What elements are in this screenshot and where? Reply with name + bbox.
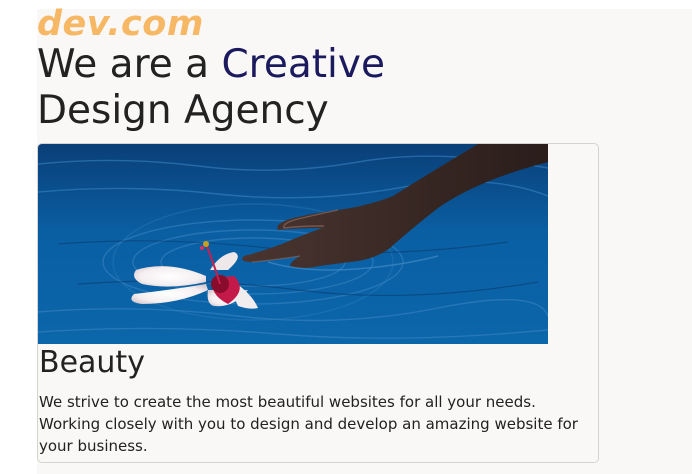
card-title: Beauty xyxy=(39,345,145,380)
card-image xyxy=(38,144,548,344)
feature-card: Beauty We strive to create the most beau… xyxy=(37,143,599,463)
headline-accent: Creative xyxy=(221,42,385,87)
headline-prefix: We are a xyxy=(37,42,222,87)
card-description: We strive to create the most beautiful w… xyxy=(39,393,578,455)
hero-headline: We are a Creative Design Agency xyxy=(37,42,385,134)
headline-line-two: Design Agency xyxy=(37,88,329,133)
site-logo[interactable]: dev.com xyxy=(37,2,204,46)
